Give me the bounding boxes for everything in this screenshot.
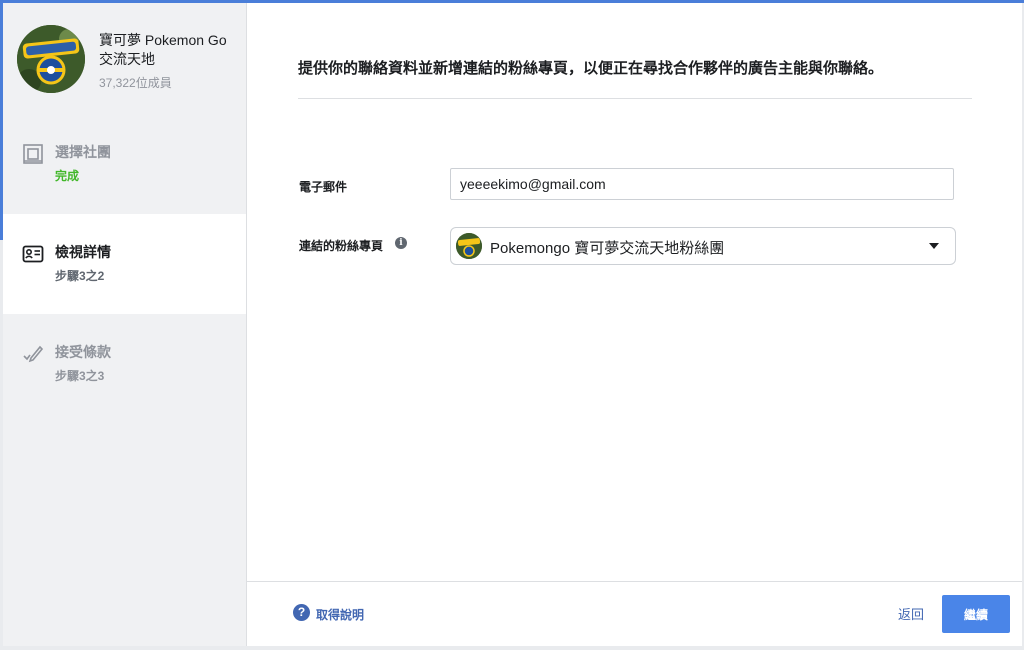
help-label: 取得說明	[316, 608, 365, 622]
step-select-group[interactable]: 選擇社團 完成	[3, 114, 246, 214]
info-icon[interactable]: i	[395, 237, 407, 249]
sidebar: 寶可夢 Pokemon Go 交流天地 37,322位成員 選擇社團 完成 檢視…	[3, 3, 247, 646]
email-field[interactable]	[450, 168, 954, 200]
continue-button[interactable]: 繼續	[942, 595, 1010, 633]
page-avatar	[456, 233, 482, 259]
step-title: 接受條款	[55, 344, 111, 360]
group-avatar	[17, 25, 85, 93]
step-title: 檢視詳情	[55, 244, 111, 260]
pokemon-go-logo	[456, 233, 482, 259]
back-button[interactable]: 返回	[898, 604, 924, 623]
linked-page-label: 連結的粉絲專頁	[299, 239, 384, 253]
group-member-count: 37,322位成員	[99, 76, 172, 90]
footer-divider	[247, 581, 1022, 582]
group-name: 寶可夢 Pokemon Go 交流天地	[99, 32, 227, 67]
main-panel: 提供你的聯絡資料並新增連結的粉絲專頁，以便正在尋找合作夥伴的廣告主能與你聯絡。 …	[247, 3, 1022, 646]
page-heading: 提供你的聯絡資料並新增連結的粉絲專頁，以便正在尋找合作夥伴的廣告主能與你聯絡。	[298, 60, 884, 77]
dialog-frame: 寶可夢 Pokemon Go 交流天地 37,322位成員 選擇社團 完成 檢視…	[0, 0, 1024, 650]
id-card-icon	[22, 245, 44, 263]
group-header: 寶可夢 Pokemon Go 交流天地 37,322位成員	[17, 25, 242, 97]
caret-down-icon	[929, 243, 939, 249]
step-status: 步驟3之2	[55, 269, 105, 283]
linked-page-select[interactable]: Pokemongo 寶可夢交流天地粉絲團	[450, 227, 956, 265]
step-review-details[interactable]: 檢視詳情 步驟3之2	[3, 214, 246, 314]
step-accept-terms[interactable]: 接受條款 步驟3之3	[3, 314, 246, 414]
group-select-icon	[23, 144, 43, 164]
step-status: 完成	[55, 169, 80, 183]
email-label: 電子郵件	[299, 180, 348, 194]
pokemon-go-logo	[17, 25, 85, 93]
heading-divider	[298, 98, 972, 99]
pen-check-icon	[23, 345, 44, 363]
step-title: 選擇社團	[55, 144, 111, 160]
step-status: 步驟3之3	[55, 369, 105, 383]
help-icon: ?	[293, 604, 310, 621]
selected-page-label: Pokemongo 寶可夢交流天地粉絲團	[490, 240, 725, 257]
